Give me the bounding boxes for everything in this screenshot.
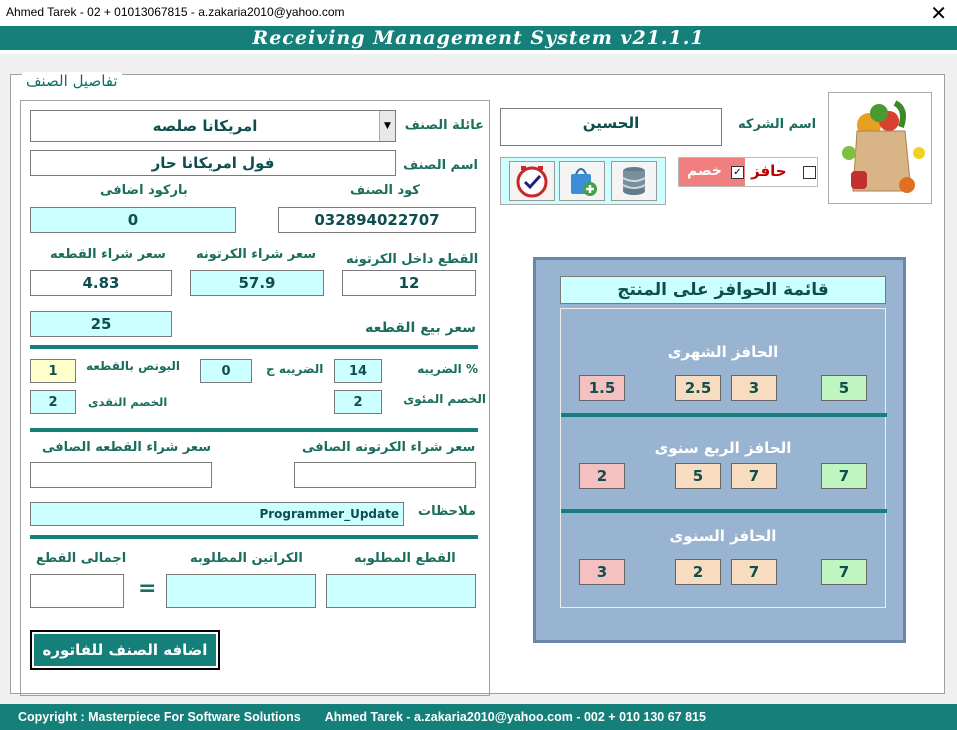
piece-sell-field[interactable]: 25 (30, 311, 172, 337)
close-icon[interactable]: ✕ (930, 1, 947, 25)
discount-pct-field[interactable]: 2 (334, 390, 382, 414)
req-pieces-label: القطع المطلوبه (354, 551, 456, 566)
monthly-value-2[interactable]: 2.5 (675, 375, 721, 401)
footer-bar: Copyright : Masterpiece For Software Sol… (0, 704, 957, 730)
pieces-per-carton-field[interactable]: 12 (342, 270, 476, 296)
notes-field[interactable]: Programmer_Update (30, 502, 404, 526)
net-carton-label: سعر شراء الكرتونه الصافى (302, 440, 476, 455)
total-pieces-label: اجمالى القطع (36, 551, 127, 566)
quarterly-value-3[interactable]: 7 (731, 463, 777, 489)
quarterly-value-4[interactable]: 7 (821, 463, 867, 489)
extra-barcode-label: باركود اضافى (100, 183, 188, 198)
net-carton-field[interactable] (294, 462, 476, 488)
window-title: Ahmed Tarek - 02 + 01013067815 - a.zakar… (6, 5, 345, 19)
database-icon[interactable] (611, 161, 657, 201)
discount-toggle[interactable]: ✓ خصم (679, 158, 745, 186)
item-code-field[interactable]: 032894022707 (278, 207, 476, 233)
shopping-bag-add-icon[interactable] (559, 161, 605, 201)
separator (30, 345, 478, 349)
incentives-list: الحافز الشهرى 1.5 2.5 3 5 الحافز الربع س… (560, 308, 887, 608)
separator (561, 413, 887, 417)
yearly-value-3[interactable]: 7 (731, 559, 777, 585)
grocery-bag-icon (828, 92, 932, 204)
net-piece-field[interactable] (30, 462, 212, 488)
yearly-value-2[interactable]: 2 (675, 559, 721, 585)
req-pieces-field[interactable] (326, 574, 476, 608)
separator (30, 428, 478, 432)
equals-sign: = (138, 576, 157, 601)
footer-author: Ahmed Tarek - a.zakaria2010@yahoo.com - … (324, 710, 706, 724)
discount-toggle-label: خصم (687, 163, 722, 179)
item-code-label: كود الصنف (350, 183, 420, 198)
bonus-field[interactable]: 1 (30, 359, 76, 383)
pieces-per-carton-label: القطع داخل الكرتونه (346, 252, 479, 267)
window-titlebar: Ahmed Tarek - 02 + 01013067815 - a.zakar… (0, 0, 957, 26)
incentive-toggle-label: حافز (751, 162, 787, 180)
separator (561, 509, 887, 513)
app-title: Receiving Management System v21.1.1 (252, 27, 705, 49)
add-to-invoice-button[interactable]: اضافه الصنف للفاتوره (30, 630, 220, 670)
toolbar-group (500, 157, 666, 205)
incentives-panel: قائمة الحوافز على المنتج الحافز الشهرى 1… (533, 257, 906, 643)
quarterly-value-2[interactable]: 5 (675, 463, 721, 489)
monthly-value-1[interactable]: 1.5 (579, 375, 625, 401)
incentive-section-monthly-title: الحافز الشهرى (667, 343, 779, 361)
incentive-checkbox[interactable] (803, 166, 816, 179)
discount-pct-label: الخصم المئوى (403, 392, 486, 406)
req-cartons-field[interactable] (166, 574, 316, 608)
monthly-value-4[interactable]: 5 (821, 375, 867, 401)
company-label: اسم الشركه (738, 117, 817, 132)
yearly-value-1[interactable]: 3 (579, 559, 625, 585)
piece-sell-label: سعر بيع القطعه (365, 320, 476, 336)
item-name-field[interactable]: فول امريكانا حار (30, 150, 396, 176)
tax-pct-field[interactable]: 14 (334, 359, 382, 383)
net-piece-label: سعر شراء القطعه الصافى (42, 440, 212, 455)
group-title: تفاصيل الصنف (22, 72, 122, 90)
footer-copyright: Copyright : Masterpiece For Software Sol… (18, 710, 301, 724)
clock-check-icon[interactable] (509, 161, 555, 201)
item-name-label: اسم الصنف (403, 158, 478, 173)
monthly-value-3[interactable]: 3 (731, 375, 777, 401)
tax-pct-label: الضريبه % (417, 362, 478, 376)
incentives-panel-inner: قائمة الحوافز على المنتج الحافز الشهرى 1… (536, 260, 903, 640)
toggles-group: ✓ خصم حافز (678, 157, 818, 187)
family-value: امريكانا صلصه (152, 117, 258, 135)
family-label: عائلة الصنف (404, 118, 484, 133)
tax-fixed-field[interactable]: 0 (200, 359, 252, 383)
bonus-label: البونص بالقطعه (86, 359, 180, 373)
piece-buy-label: سعر شراء القطعه (50, 247, 166, 262)
total-pieces-field[interactable] (30, 574, 124, 608)
incentive-section-yearly-title: الحافز السنوى (669, 527, 777, 545)
incentives-title: قائمة الحوافز على المنتج (560, 276, 886, 304)
extra-barcode-field[interactable]: 0 (30, 207, 236, 233)
discount-cash-label: الخصم النقدى (88, 395, 168, 409)
carton-buy-field[interactable]: 57.9 (190, 270, 324, 296)
app-banner: Receiving Management System v21.1.1 (0, 26, 957, 54)
piece-buy-field[interactable]: 4.83 (30, 270, 172, 296)
carton-buy-label: سعر شراء الكرتونه (196, 247, 317, 262)
discount-cash-field[interactable]: 2 (30, 390, 76, 414)
tax-fixed-label: الضريبه ج (266, 362, 324, 376)
incentive-section-quarterly-title: الحافز الربع سنوى (654, 439, 792, 457)
discount-checkbox[interactable]: ✓ (731, 166, 744, 179)
family-combobox[interactable]: امريكانا صلصه ▼ (30, 110, 396, 142)
company-field[interactable]: الحسين (500, 108, 722, 146)
notes-label: ملاحظات (418, 504, 476, 519)
quarterly-value-1[interactable]: 2 (579, 463, 625, 489)
chevron-down-icon[interactable]: ▼ (379, 111, 395, 141)
yearly-value-4[interactable]: 7 (821, 559, 867, 585)
separator (30, 535, 478, 539)
req-cartons-label: الكراتين المطلوبه (190, 551, 303, 566)
